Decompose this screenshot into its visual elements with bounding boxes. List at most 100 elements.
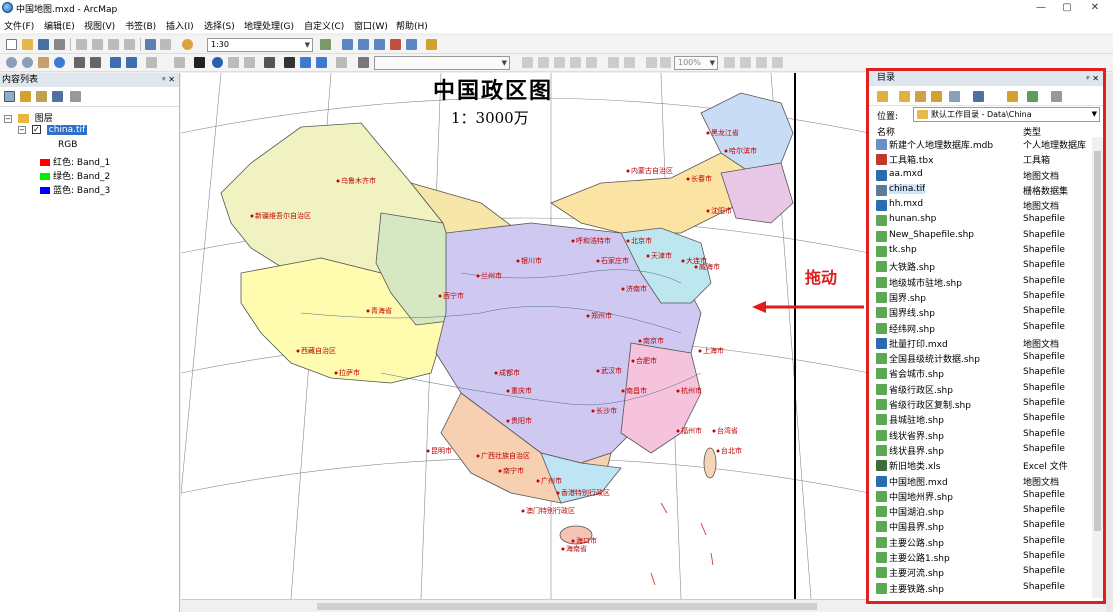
catalog-vertical-scrollbar[interactable] [1092, 137, 1103, 598]
python-window-icon[interactable] [406, 39, 417, 50]
toggle-draft-mode-icon[interactable] [724, 57, 735, 68]
table-of-contents-icon[interactable] [342, 39, 353, 50]
list-by-source-icon[interactable] [20, 91, 31, 102]
find-binoculars-icon[interactable] [284, 57, 295, 68]
search-window-icon[interactable] [374, 39, 385, 50]
list-item[interactable]: 中国地州界.shp Shapefile [869, 489, 1103, 504]
list-by-selection-icon[interactable] [52, 91, 63, 102]
list-item[interactable]: 线状省界.shp Shapefile [869, 428, 1103, 443]
list-item[interactable]: 主要河流.shp Shapefile [869, 565, 1103, 580]
catalog-window-icon[interactable] [358, 39, 369, 50]
forward-arrow-icon[interactable] [126, 57, 137, 68]
list-item[interactable]: 经纬网.shp Shapefile [869, 321, 1103, 336]
open-folder-icon[interactable] [22, 39, 33, 50]
cut-icon[interactable] [76, 39, 87, 50]
find-route-icon[interactable] [300, 57, 311, 68]
focus-data-frame-icon[interactable] [740, 57, 751, 68]
select-by-graphics-icon[interactable] [146, 57, 157, 68]
redo-icon[interactable] [160, 39, 171, 50]
menu-file[interactable]: 文件(F) [4, 19, 34, 32]
pin-close-icons[interactable]: ᵖ ✕ [1086, 71, 1099, 86]
zoom-100-percent-icon[interactable] [586, 57, 597, 68]
list-item[interactable]: 中国地图.mxd 地图文档 [869, 474, 1103, 489]
menu-bookmarks[interactable]: 书签(B) [125, 19, 156, 32]
editor-toolbar-icon[interactable] [320, 39, 331, 50]
scrollbar-thumb[interactable] [317, 603, 817, 610]
list-item[interactable]: china.tif 栅格数据集 [869, 183, 1103, 198]
zoom-whole-page-icon[interactable] [570, 57, 581, 68]
list-item[interactable]: hunan.shp Shapefile [869, 213, 1103, 228]
clear-selection-icon[interactable] [174, 57, 185, 68]
add-data-icon[interactable] [182, 39, 193, 50]
list-item[interactable]: 省级行政区复制.shp Shapefile [869, 397, 1103, 412]
list-item[interactable]: 省级行政区.shp Shapefile [869, 382, 1103, 397]
change-layout-icon[interactable] [756, 57, 767, 68]
view-options-icon[interactable] [973, 91, 984, 102]
list-item[interactable]: tk.shp Shapefile [869, 244, 1103, 259]
options-icon[interactable] [70, 91, 81, 102]
list-item[interactable]: 地级城市驻地.shp Shapefile [869, 275, 1103, 290]
layout-pan-icon[interactable] [554, 57, 565, 68]
list-item[interactable]: hh.mxd 地图文档 [869, 198, 1103, 213]
list-item[interactable]: 国界.shp Shapefile [869, 290, 1103, 305]
toggle-contents-icon[interactable] [1027, 91, 1038, 102]
menu-geoprocessing[interactable]: 地理处理(G) [244, 19, 294, 32]
options-icon[interactable] [1051, 91, 1062, 102]
list-item[interactable]: 主要公路.shp Shapefile [869, 535, 1103, 550]
list-item[interactable]: 国界线.shp Shapefile [869, 305, 1103, 320]
layout-zoom-out-icon[interactable] [538, 57, 549, 68]
zoom-out-icon[interactable] [22, 57, 33, 68]
list-item[interactable]: 省会城市.shp Shapefile [869, 366, 1103, 381]
toc-layer-china[interactable]: − ✓ china.tif [18, 125, 88, 135]
full-extent-icon[interactable] [54, 57, 65, 68]
connect-folder-icon[interactable] [949, 91, 960, 102]
up-folder-icon[interactable] [915, 91, 926, 102]
list-item[interactable]: New_Shapefile.shp Shapefile [869, 229, 1103, 244]
new-document-icon[interactable] [6, 39, 17, 50]
layer-combo[interactable]: ▼ [374, 56, 510, 70]
close-button[interactable]: ✕ [1077, 0, 1113, 16]
menu-insert[interactable]: 插入(I) [166, 19, 194, 32]
list-by-visibility-icon[interactable] [36, 91, 47, 102]
pin-close-icons[interactable]: ᵖ ✕ [162, 73, 175, 87]
paste-icon[interactable] [108, 39, 119, 50]
back-arrow-icon[interactable] [110, 57, 121, 68]
list-item[interactable]: 主要公路1.shp Shapefile [869, 550, 1103, 565]
collapse-icon[interactable]: − [4, 115, 12, 123]
list-item[interactable]: 线状县界.shp Shapefile [869, 443, 1103, 458]
new-folder-icon[interactable] [1007, 91, 1018, 102]
fixed-zoom-out-icon[interactable] [90, 57, 101, 68]
scrollbar-thumb[interactable] [1094, 151, 1101, 531]
html-popup-icon[interactable] [244, 57, 255, 68]
menu-help[interactable]: 帮助(H) [396, 19, 428, 32]
delete-icon[interactable] [124, 39, 135, 50]
save-icon[interactable] [38, 39, 49, 50]
list-item[interactable]: 县城驻地.shp Shapefile [869, 412, 1103, 427]
create-viewer-icon[interactable] [358, 57, 369, 68]
forward-arrow-icon[interactable] [899, 91, 910, 102]
list-item[interactable]: 批量打印.mxd 地图文档 [869, 336, 1103, 351]
catalog-header[interactable]: 目录 ᵖ ✕ [869, 71, 1103, 86]
collapse-icon[interactable]: − [18, 126, 26, 134]
menu-view[interactable]: 视图(V) [84, 19, 115, 32]
hyperlink-icon[interactable] [228, 57, 239, 68]
list-item[interactable]: 中国湖泊.shp Shapefile [869, 504, 1103, 519]
list-item[interactable]: 新建个人地理数据库.mdb 个人地理数据库 [869, 137, 1103, 152]
list-item[interactable]: 工具箱.tbx 工具箱 [869, 152, 1103, 167]
menu-windows[interactable]: 窗口(W) [354, 19, 388, 32]
list-item[interactable]: aa.mxd 地图文档 [869, 168, 1103, 183]
menu-edit[interactable]: 编辑(E) [44, 19, 75, 32]
visibility-checkbox[interactable]: ✓ [31, 125, 41, 134]
back-arrow-icon[interactable] [877, 91, 888, 102]
zoom-in-icon[interactable] [6, 57, 17, 68]
select-elements-icon[interactable] [194, 57, 205, 68]
arctoolbox-icon[interactable] [390, 39, 401, 50]
list-item[interactable]: 主要铁路.shp Shapefile [869, 581, 1103, 596]
go-forward-extent-icon[interactable] [660, 57, 671, 68]
toc-layer-name[interactable]: china.tif [46, 125, 88, 135]
pan-hand-icon[interactable] [38, 57, 49, 68]
print-icon[interactable] [54, 39, 65, 50]
layout-zoom-combo[interactable]: 100% ▼ [674, 56, 718, 70]
list-by-drawing-order-icon[interactable] [4, 91, 15, 102]
time-slider-icon[interactable] [336, 57, 347, 68]
